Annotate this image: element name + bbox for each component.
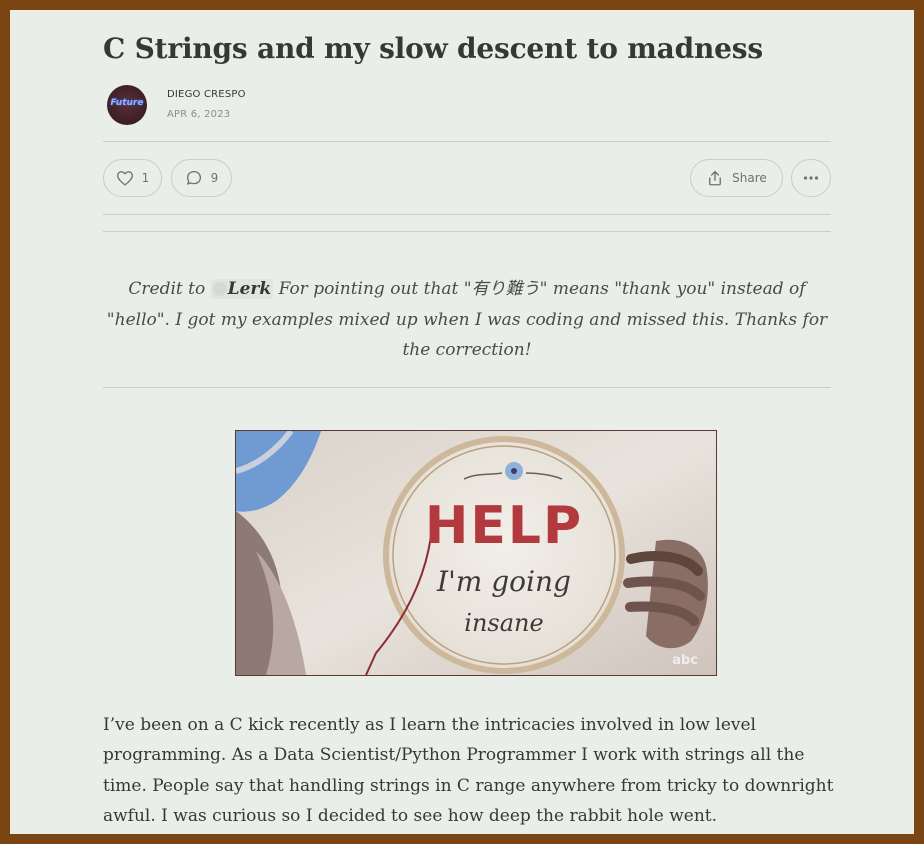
mention-name: Lerk: [227, 279, 272, 299]
divider-actions: [103, 214, 831, 215]
post-title: C Strings and my slow descent to madness: [103, 32, 763, 65]
comment-icon: [185, 169, 203, 187]
post-date: APR 6, 2023: [167, 109, 231, 120]
divider-top: [103, 141, 831, 142]
credit-prefix: Credit to: [128, 279, 206, 299]
body-paragraph: I’ve been on a C kick recently as I lear…: [103, 715, 834, 826]
avatar-logo-text: Future: [110, 98, 144, 108]
more-icon: [803, 175, 819, 181]
share-icon: [706, 169, 724, 187]
network-watermark: abc: [672, 653, 698, 668]
like-button[interactable]: 1: [103, 159, 162, 197]
credit-callout: Credit to Lerk For pointing out that "有り…: [103, 274, 831, 366]
comment-count: 9: [210, 171, 219, 185]
embroidery-illustration: HELP I'm going insane abc: [236, 431, 716, 675]
page-frame: C Strings and my slow descent to madness…: [0, 0, 924, 844]
divider-callout-bottom: [103, 387, 831, 388]
more-button[interactable]: [791, 159, 831, 197]
share-label: Share: [732, 171, 767, 185]
help-gif-image[interactable]: HELP I'm going insane abc: [235, 430, 717, 676]
figure-help-text: HELP: [425, 496, 583, 556]
mention-avatar: [212, 282, 227, 296]
like-count: 1: [141, 171, 150, 185]
share-button[interactable]: Share: [690, 159, 783, 197]
figure-line-three: insane: [464, 609, 543, 637]
heart-icon: [116, 170, 134, 186]
author-avatar[interactable]: Future: [107, 85, 147, 125]
divider-callout-top: [103, 231, 831, 232]
user-mention[interactable]: Lerk: [210, 279, 274, 299]
comment-button[interactable]: 9: [171, 159, 232, 197]
author-name[interactable]: DIEGO CRESPO: [167, 89, 246, 100]
figure-line-two: I'm going: [436, 565, 571, 598]
